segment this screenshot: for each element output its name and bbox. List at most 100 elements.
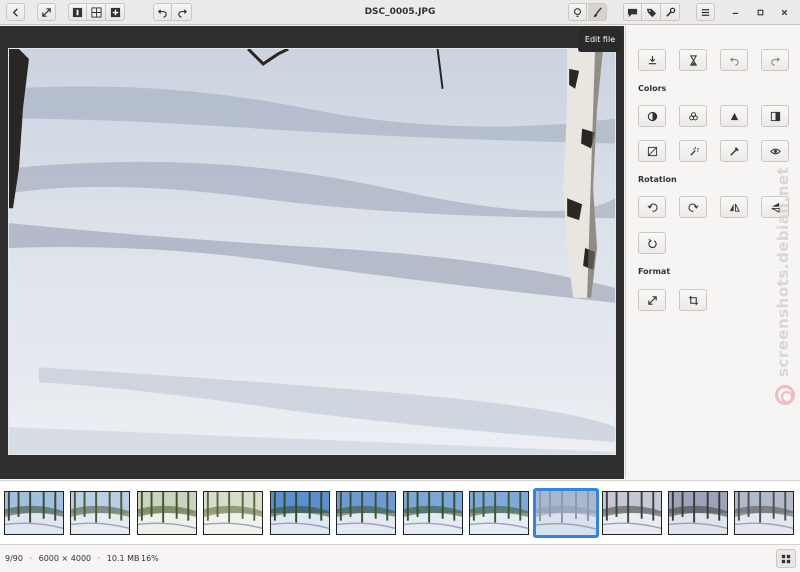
back-button[interactable] bbox=[6, 3, 25, 21]
minimize-icon bbox=[732, 12, 739, 14]
comment-button[interactable] bbox=[623, 3, 642, 21]
comment-icon bbox=[627, 8, 638, 17]
go-previous-icon bbox=[12, 7, 18, 17]
rotate-icon bbox=[647, 238, 657, 248]
view-single-icon bbox=[72, 7, 83, 17]
thumbnail[interactable] bbox=[469, 491, 529, 535]
magic-wand-icon bbox=[689, 146, 699, 156]
thumbnail[interactable] bbox=[137, 491, 197, 535]
grayscale-button[interactable] bbox=[761, 105, 789, 127]
thumbnail-image bbox=[470, 492, 528, 534]
view-grid-icon bbox=[90, 6, 102, 18]
thumbnail[interactable] bbox=[203, 491, 263, 535]
eye-icon bbox=[769, 148, 781, 154]
crop-button[interactable] bbox=[679, 289, 707, 311]
thumbnail-image bbox=[669, 492, 727, 534]
fullscreen-button[interactable] bbox=[37, 3, 56, 21]
debian-logo-icon bbox=[775, 385, 795, 405]
fullscreen-icon bbox=[42, 7, 51, 17]
image-dimensions: 6000 × 4000 bbox=[38, 554, 92, 563]
history-button[interactable] bbox=[679, 49, 707, 71]
edit-file-button[interactable] bbox=[588, 3, 607, 21]
window-title: DSC_0005.JPG bbox=[364, 7, 436, 17]
thumbnail[interactable] bbox=[70, 491, 130, 535]
section-title-rotation: Rotation bbox=[638, 175, 677, 184]
rotate-left-icon bbox=[647, 202, 658, 212]
section-title-colors: Colors bbox=[638, 84, 667, 93]
undo-icon bbox=[157, 8, 167, 18]
image-filesize: 10.1 MB bbox=[106, 554, 140, 563]
thumbnail-image bbox=[404, 492, 462, 534]
undo-icon bbox=[729, 56, 739, 66]
close-icon bbox=[781, 9, 788, 15]
undo-button[interactable] bbox=[153, 3, 172, 21]
auto-enhance-button[interactable] bbox=[679, 140, 707, 162]
redo-edit-button[interactable] bbox=[761, 49, 789, 71]
thumbnail[interactable] bbox=[336, 491, 396, 535]
thumbnail-strip[interactable] bbox=[0, 480, 800, 545]
thumbnail[interactable] bbox=[533, 488, 599, 538]
save-button[interactable] bbox=[638, 49, 666, 71]
rotate-left-button[interactable] bbox=[638, 196, 666, 218]
thumbnail-image bbox=[271, 492, 329, 534]
thumbnail[interactable] bbox=[270, 491, 330, 535]
header-bar: DSC_0005.JPG bbox=[0, 0, 800, 25]
flip-horizontal-icon bbox=[729, 203, 740, 212]
color-picker-button[interactable] bbox=[720, 140, 748, 162]
undo-edit-button[interactable] bbox=[720, 49, 748, 71]
tag-button[interactable] bbox=[642, 3, 661, 21]
maximize-button[interactable] bbox=[751, 3, 770, 21]
gradient-icon bbox=[770, 111, 780, 121]
redo-icon bbox=[177, 8, 187, 18]
contrast-button[interactable] bbox=[638, 105, 666, 127]
main-menu-button[interactable] bbox=[696, 3, 715, 21]
lightbulb-button[interactable] bbox=[568, 3, 587, 21]
grid-icon bbox=[781, 554, 791, 563]
view-single-button[interactable] bbox=[68, 3, 87, 21]
separator: · bbox=[97, 554, 101, 563]
rotate-right-button[interactable] bbox=[679, 196, 707, 218]
thumbnail[interactable] bbox=[734, 491, 794, 535]
red-eye-button[interactable] bbox=[761, 140, 789, 162]
thumbnail-image bbox=[603, 492, 661, 534]
thumbnail-image bbox=[204, 492, 262, 534]
eyedropper-icon bbox=[729, 146, 739, 156]
hourglass-icon bbox=[689, 54, 697, 66]
flip-horizontal-button[interactable] bbox=[720, 196, 748, 218]
separator: · bbox=[29, 554, 33, 563]
saturation-button[interactable] bbox=[679, 105, 707, 127]
section-title-format: Format bbox=[638, 267, 671, 276]
thumbnail[interactable] bbox=[668, 491, 728, 535]
redo-button[interactable] bbox=[173, 3, 192, 21]
thumbnail-image bbox=[71, 492, 129, 534]
close-button[interactable] bbox=[775, 3, 794, 21]
color-circles-icon bbox=[688, 111, 698, 120]
watermark: screenshots.debian.net bbox=[772, 167, 798, 412]
view-add-button[interactable] bbox=[106, 3, 125, 21]
contrast-icon bbox=[647, 111, 657, 121]
add-icon bbox=[110, 7, 120, 17]
statusbar: 9/90 · 6000 × 4000 · 10.1 MB 16% bbox=[0, 546, 800, 572]
zoom-level[interactable]: 16% bbox=[141, 554, 159, 563]
image-info: 9/90 · 6000 × 4000 · 10.1 MB bbox=[5, 554, 144, 563]
thumbnail[interactable] bbox=[4, 491, 64, 535]
thumbnail[interactable] bbox=[403, 491, 463, 535]
thumbnails-toggle-button[interactable] bbox=[776, 549, 796, 568]
resize-button[interactable] bbox=[638, 289, 666, 311]
save-icon bbox=[648, 55, 656, 64]
curves-button[interactable] bbox=[638, 140, 666, 162]
thumbnail-image bbox=[735, 492, 793, 534]
maximize-icon bbox=[757, 9, 764, 15]
image-position: 9/90 bbox=[5, 554, 23, 563]
rotate-free-button[interactable] bbox=[638, 232, 666, 254]
sharpen-button[interactable] bbox=[720, 105, 748, 127]
main-photo bbox=[8, 48, 616, 455]
thumbnail-image bbox=[536, 491, 596, 535]
tools-button[interactable] bbox=[661, 3, 680, 21]
thumbnail-image bbox=[337, 492, 395, 534]
tag-icon bbox=[646, 8, 656, 17]
view-grid-button[interactable] bbox=[87, 3, 106, 21]
thumbnail[interactable] bbox=[602, 491, 662, 535]
image-viewer[interactable] bbox=[0, 26, 624, 479]
minimize-button[interactable] bbox=[726, 3, 745, 21]
